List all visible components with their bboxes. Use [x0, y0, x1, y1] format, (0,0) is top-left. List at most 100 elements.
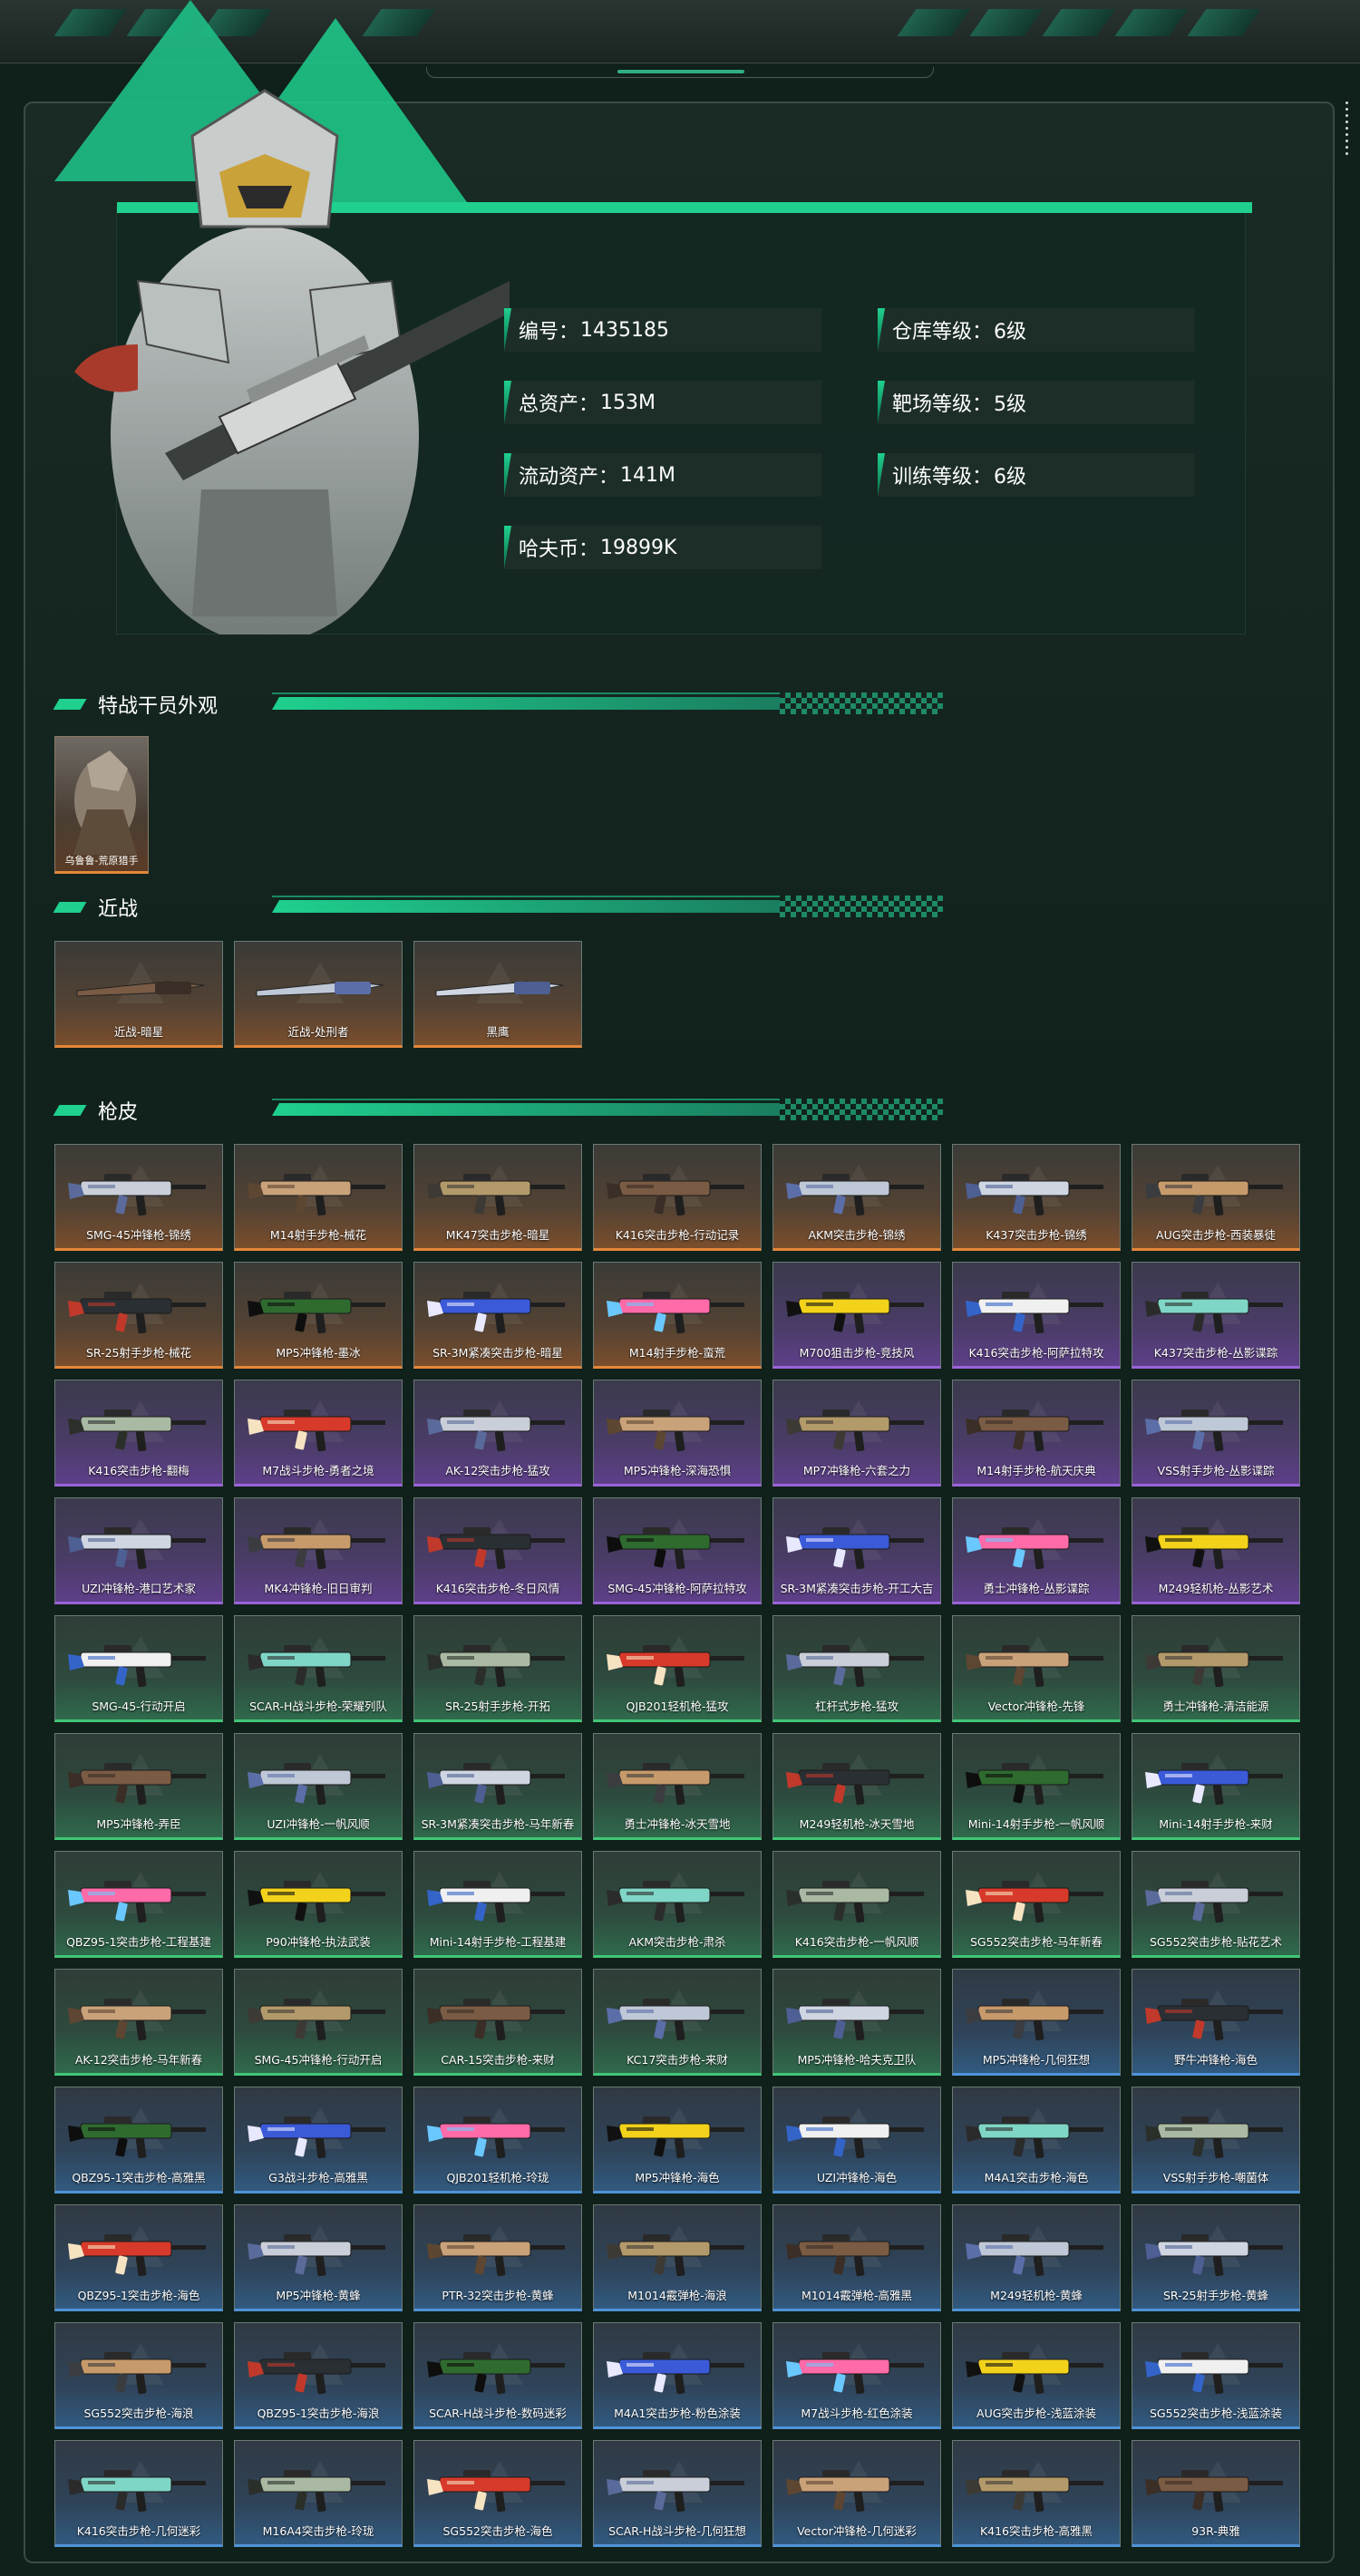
weapon-skin-card[interactable]: MP5冲锋枪-黄蜂 [234, 2204, 403, 2311]
weapon-skin-card[interactable]: K416突击步枪-冬日风情 [413, 1497, 582, 1604]
weapon-skin-card[interactable]: K416突击步枪-阿萨拉特攻 [952, 1262, 1121, 1369]
weapon-skin-card[interactable]: QBZ95-1突击步枪-海色 [54, 2204, 223, 2311]
weapon-skin-card[interactable]: Mini-14射手步枪-一帆风顺 [952, 1733, 1121, 1840]
weapon-skin-card[interactable]: SMG-45-行动开启 [54, 1615, 223, 1722]
weapon-skin-card[interactable]: M249轻机枪-冰天雪地 [772, 1733, 941, 1840]
weapon-skin-card[interactable]: AUG突击步枪-浅蓝涂装 [952, 2322, 1121, 2429]
weapon-skin-card[interactable]: K416突击步枪-翻梅 [54, 1380, 223, 1487]
weapon-skin-card[interactable]: SCAR-H战斗步枪-数码迷彩 [413, 2322, 582, 2429]
weapon-skin-card[interactable]: M7战斗步枪-勇者之境 [234, 1380, 403, 1487]
weapon-skin-card[interactable]: SR-3M紧凑突击步枪-马年新春 [413, 1733, 582, 1840]
weapon-skin-card[interactable]: CAR-15突击步枪-来财 [413, 1969, 582, 2076]
weapon-skin-card[interactable]: SMG-45冲锋枪-行动开启 [234, 1969, 403, 2076]
weapon-skin-name: SMG-45冲锋枪-阿萨拉特攻 [607, 1582, 747, 1595]
weapon-skin-card[interactable]: 野牛冲锋枪-海色 [1132, 1969, 1300, 2076]
weapon-skin-card[interactable]: AK-12突击步枪-马年新春 [54, 1969, 223, 2076]
weapon-skin-card[interactable]: Mini-14射手步枪-工程基建 [413, 1851, 582, 1958]
weapon-skin-card[interactable]: SCAR-H战斗步枪-荣耀列队 [234, 1615, 403, 1722]
weapon-skin-card[interactable]: MK47突击步枪-暗星 [413, 1144, 582, 1251]
weapon-skin-card[interactable]: MP5冲锋枪-几何狂想 [952, 1969, 1121, 2076]
scroll-indicator[interactable] [1344, 102, 1351, 174]
weapon-skin-image [786, 1292, 924, 1334]
weapon-skin-card[interactable]: M1014霰弹枪-海浪 [593, 2204, 762, 2311]
weapon-skin-card[interactable]: M14射手步枪-械花 [234, 1144, 403, 1251]
melee-skin-card[interactable]: 黑鹰 [413, 941, 582, 1048]
weapon-skin-card[interactable]: QJB201轻机枪-猛攻 [593, 1615, 762, 1722]
weapon-skin-card[interactable]: 杠杆式步枪-猛攻 [772, 1615, 941, 1722]
weapon-skin-card[interactable]: M14射手步枪-蛮荒 [593, 1262, 762, 1369]
weapon-skin-card[interactable]: M249轻机枪-黄蜂 [952, 2204, 1121, 2311]
weapon-skin-card[interactable]: UZI冲锋枪-海色 [772, 2087, 941, 2193]
weapon-skin-card[interactable]: 勇士冲锋枪-冰天雪地 [593, 1733, 762, 1840]
hafu-coin-value: 19899K [600, 536, 677, 559]
weapon-skin-card[interactable]: MP5冲锋枪-墨冰 [234, 1262, 403, 1369]
weapon-skin-card[interactable]: SMG-45冲锋枪-锦绣 [54, 1144, 223, 1251]
weapon-skin-card[interactable]: MP5冲锋枪-深海恐惧 [593, 1380, 762, 1487]
weapon-skin-name: K416突击步枪-一帆风顺 [794, 1935, 919, 1949]
weapon-skin-card[interactable]: K416突击步枪-一帆风顺 [772, 1851, 941, 1958]
weapon-skin-card[interactable]: SG552突击步枪-贴花艺术 [1132, 1851, 1300, 1958]
weapon-skin-card[interactable]: UZI冲锋枪-港口艺术家 [54, 1497, 223, 1604]
weapon-skin-card[interactable]: Mini-14射手步枪-来财 [1132, 1733, 1300, 1840]
weapon-skin-card[interactable]: M14射手步枪-航天庆典 [952, 1380, 1121, 1487]
weapon-skin-card[interactable]: QBZ95-1突击步枪-高雅黑 [54, 2087, 223, 2193]
weapon-skin-card[interactable]: K437突击步枪-丛影谍踪 [1132, 1262, 1300, 1369]
melee-skin-card[interactable]: 近战-处刑者 [234, 941, 403, 1048]
weapon-skin-card[interactable]: QBZ95-1突击步枪-工程基建 [54, 1851, 223, 1958]
weapon-skin-card[interactable]: K416突击步枪-几何迷彩 [54, 2440, 223, 2547]
weapon-skin-card[interactable]: M1014霰弹枪-高雅黑 [772, 2204, 941, 2311]
weapon-skin-card[interactable]: AK-12突击步枪-猛攻 [413, 1380, 582, 1487]
weapon-skin-card[interactable]: Vector冲锋枪-先锋 [952, 1615, 1121, 1722]
weapon-skin-card[interactable]: K416突击步枪-行动记录 [593, 1144, 762, 1251]
weapon-skin-card[interactable]: Vector冲锋枪-几何迷彩 [772, 2440, 941, 2547]
weapon-skin-card[interactable]: SR-3M紧凑突击步枪-暗星 [413, 1262, 582, 1369]
weapon-skin-card[interactable]: KC17突击步枪-来财 [593, 1969, 762, 2076]
weapon-skin-card[interactable]: M249轻机枪-丛影艺术 [1132, 1497, 1300, 1604]
weapon-skin-card[interactable]: M4A1突击步枪-粉色涂装 [593, 2322, 762, 2429]
weapon-skin-card[interactable]: QBZ95-1突击步枪-海浪 [234, 2322, 403, 2429]
weapon-skin-card[interactable]: M16A4突击步枪-玲珑 [234, 2440, 403, 2547]
weapon-skin-card[interactable]: M4A1突击步枪-海色 [952, 2087, 1121, 2193]
weapon-skin-card[interactable]: PTR-32突击步枪-黄蜂 [413, 2204, 582, 2311]
weapon-skin-card[interactable]: G3战斗步枪-高雅黑 [234, 2087, 403, 2193]
weapon-skin-card[interactable]: SR-25射手步枪-黄蜂 [1132, 2204, 1300, 2311]
weapon-skin-image [607, 1999, 744, 2041]
weapon-skin-card[interactable]: SG552突击步枪-浅蓝涂装 [1132, 2322, 1300, 2429]
weapon-skin-card[interactable]: SG552突击步枪-海浪 [54, 2322, 223, 2429]
weapon-skin-card[interactable]: AKM突击步枪-肃杀 [593, 1851, 762, 1958]
weapon-skin-card[interactable]: SR-3M紧凑突击步枪-开工大吉 [772, 1497, 941, 1604]
weapon-skin-card[interactable]: K416突击步枪-高雅黑 [952, 2440, 1121, 2547]
weapon-skin-card[interactable]: 勇士冲锋枪-清洁能源 [1132, 1615, 1300, 1722]
operator-skin-card[interactable]: 乌鲁鲁-荒原猎手 [54, 736, 149, 874]
weapon-skin-card[interactable]: K437突击步枪-锦绣 [952, 1144, 1121, 1251]
weapon-skin-card[interactable]: M7战斗步枪-红色涂装 [772, 2322, 941, 2429]
weapon-skin-card[interactable]: MK4冲锋枪-旧日审判 [234, 1497, 403, 1604]
weapon-skin-image [786, 1881, 924, 1923]
weapon-skin-card[interactable]: 勇士冲锋枪-丛影谍踪 [952, 1497, 1121, 1604]
weapon-skin-image [248, 1409, 385, 1452]
weapon-skin-image [786, 2234, 924, 2277]
weapon-skin-card[interactable]: AUG突击步枪-西装暴徒 [1132, 1144, 1300, 1251]
weapon-skin-card[interactable]: SMG-45冲锋枪-阿萨拉特攻 [593, 1497, 762, 1604]
weapon-skin-card[interactable]: VSS射手步枪-嘲菌体 [1132, 2087, 1300, 2193]
weapon-skin-card[interactable]: SG552突击步枪-马年新春 [952, 1851, 1121, 1958]
weapon-skin-image [786, 1527, 924, 1570]
weapon-skin-name: 勇士冲锋枪-冰天雪地 [624, 1817, 731, 1831]
weapon-skin-image [248, 2234, 385, 2277]
weapon-skin-card[interactable]: SCAR-H战斗步枪-几何狂想 [593, 2440, 762, 2547]
weapon-skin-card[interactable]: 93R-典雅 [1132, 2440, 1300, 2547]
weapon-skin-card[interactable]: UZI冲锋枪-一帆风顺 [234, 1733, 403, 1840]
weapon-skin-card[interactable]: AKM突击步枪-锦绣 [772, 1144, 941, 1251]
weapon-skin-card[interactable]: VSS射手步枪-丛影谍踪 [1132, 1380, 1300, 1487]
weapon-skin-card[interactable]: MP5冲锋枪-哈夫克卫队 [772, 1969, 941, 2076]
weapon-skin-card[interactable]: MP5冲锋枪-弄臣 [54, 1733, 223, 1840]
weapon-skin-card[interactable]: SG552突击步枪-海色 [413, 2440, 582, 2547]
weapon-skin-card[interactable]: QJB201轻机枪-玲珑 [413, 2087, 582, 2193]
weapon-skin-card[interactable]: P90冲锋枪-执法武装 [234, 1851, 403, 1958]
melee-skin-card[interactable]: 近战-暗星 [54, 941, 223, 1048]
weapon-skin-card[interactable]: M700狙击步枪-竞技风 [772, 1262, 941, 1369]
weapon-skin-card[interactable]: SR-25射手步枪-械花 [54, 1262, 223, 1369]
weapon-skin-card[interactable]: MP5冲锋枪-海色 [593, 2087, 762, 2193]
weapon-skin-card[interactable]: SR-25射手步枪-开拓 [413, 1615, 582, 1722]
weapon-skin-card[interactable]: MP7冲锋枪-六套之力 [772, 1380, 941, 1487]
